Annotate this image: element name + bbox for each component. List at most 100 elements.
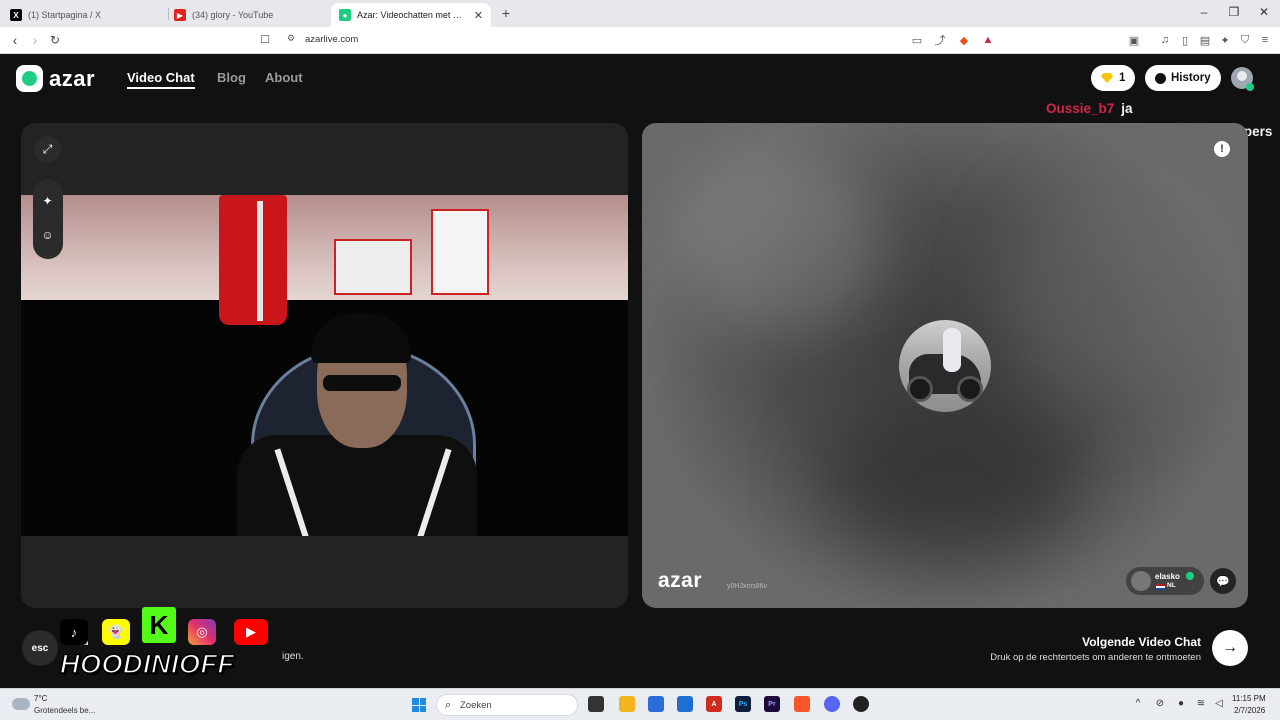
session-id: y0HJxms86v: [727, 583, 768, 590]
snapchat-icon: 👻: [102, 619, 130, 645]
streamer-overlay: ♪ 👻 K ◎ ▶ HOODINIOFF: [58, 605, 280, 685]
instagram-icon: ◎: [188, 619, 216, 645]
search-icon: ⌕: [445, 699, 452, 711]
local-video-panel: ⤢ ✦ ☺: [21, 123, 628, 608]
gems-button[interactable]: 1: [1091, 65, 1136, 91]
vpn-icon[interactable]: ⛉: [1238, 33, 1252, 47]
forward-icon[interactable]: ›: [27, 32, 43, 48]
nav-about[interactable]: About: [265, 70, 303, 85]
local-camera-feed: [21, 195, 628, 536]
reload-icon[interactable]: ↻: [47, 32, 63, 48]
brave-rewards-icon[interactable]: ▲: [981, 33, 995, 47]
windows-start-icon[interactable]: [412, 698, 426, 712]
verified-icon: [1186, 572, 1194, 580]
chat-text: ja: [1121, 101, 1133, 116]
azar-logo-icon: [16, 65, 43, 92]
azar-logo[interactable]: azar: [16, 65, 95, 92]
tab-title: Azar: Videochatten met nieuw: [357, 10, 466, 20]
url-field[interactable]: azarlive.com: [305, 34, 358, 45]
peer-avatar: [1131, 571, 1151, 591]
chat-username: Oussie_b7: [1046, 101, 1115, 116]
weather-condition: Grotendeels be...: [34, 706, 96, 715]
streamer-handle: HOODINIOFF: [59, 648, 235, 680]
weather-temperature: 7°C: [34, 694, 48, 703]
brave-browser-icon[interactable]: [794, 696, 810, 712]
expand-icon[interactable]: ⤢: [34, 136, 61, 163]
site-settings-icon[interactable]: ⚙: [284, 33, 298, 44]
cast-icon[interactable]: ▭: [910, 33, 924, 47]
tab-azar[interactable]: ● Azar: Videochatten met nieuw ✕: [331, 3, 491, 27]
netherlands-flag-icon: [1156, 584, 1165, 590]
tiktok-icon: ♪: [60, 619, 88, 645]
kick-icon: K: [142, 607, 176, 643]
history-button[interactable]: History: [1145, 65, 1221, 91]
face-filter-icon[interactable]: ☺: [34, 221, 61, 248]
next-chat-subtitle: Druk op de rechtertoets om anderen te on…: [990, 652, 1201, 663]
edge-icon[interactable]: [677, 696, 693, 712]
address-bar: ‹ › ↻ ☐ ⚙ azarlive.com ▭ ⤴ ◆ ▲ ▣ ♫ ▯ ▤ ✦…: [0, 27, 1280, 54]
report-icon[interactable]: !: [1214, 141, 1230, 157]
logo-text: azar: [49, 65, 96, 91]
premiere-icon[interactable]: Pr: [764, 696, 780, 712]
taskbar-date[interactable]: 2/7/2026: [1234, 706, 1265, 715]
close-tab-icon[interactable]: ✕: [474, 9, 483, 22]
x-logo-icon: X: [10, 9, 22, 21]
taskbar-time[interactable]: 11:15 PM: [1232, 694, 1266, 703]
azar-page: azar Video Chat Blog About 1 History Ous…: [0, 54, 1280, 688]
new-tab-button[interactable]: +: [498, 5, 514, 21]
task-view-icon[interactable]: [588, 696, 604, 712]
discord-icon[interactable]: [824, 696, 840, 712]
sidebar-icon[interactable]: ▯: [1178, 33, 1192, 47]
remote-video-panel: ! azar y0HJxms86v elasko NL 💬: [642, 123, 1248, 608]
esc-hint-subtitle: igen.: [282, 651, 304, 662]
menu-icon[interactable]: ≡: [1258, 33, 1272, 47]
restore-icon[interactable]: ❐: [1224, 5, 1244, 19]
microphone-icon[interactable]: ●: [1174, 698, 1188, 709]
azar-icon: ●: [339, 9, 351, 21]
peer-country: NL: [1167, 582, 1176, 589]
youtube-icon: ▶: [234, 619, 268, 645]
share-icon[interactable]: ⤴: [933, 33, 947, 47]
next-arrow-button[interactable]: →: [1212, 630, 1248, 666]
chat-bubble-icon[interactable]: 💬: [1210, 568, 1236, 594]
back-icon[interactable]: ‹: [7, 32, 23, 48]
peer-info-badge[interactable]: elasko NL: [1126, 567, 1204, 595]
history-label: History: [1171, 72, 1211, 84]
nav-blog[interactable]: Blog: [217, 70, 246, 85]
volume-icon[interactable]: ◁: [1212, 698, 1226, 709]
chat-message: Oussie_b7 ja: [1046, 101, 1133, 116]
tab-search-icon[interactable]: ▣: [1127, 33, 1141, 47]
obs-icon[interactable]: [853, 696, 869, 712]
tray-overflow-icon[interactable]: ^: [1131, 698, 1145, 709]
leo-ai-icon[interactable]: ✦: [1218, 33, 1232, 47]
youtube-icon: ▶: [174, 9, 186, 21]
azar-watermark: azar: [658, 569, 703, 592]
search-placeholder: Zoeken: [460, 700, 492, 711]
tab-title: (1) Startpagina / X: [28, 10, 102, 20]
wallet-icon[interactable]: ▤: [1198, 33, 1212, 47]
windows-taskbar: 7°C Grotendeels be... ⌕ Zoeken A Ps Pr ^…: [0, 688, 1280, 720]
taskbar-search[interactable]: ⌕ Zoeken: [436, 694, 578, 716]
bookmark-icon[interactable]: ☐: [258, 33, 272, 46]
network-icon[interactable]: ⊘: [1153, 698, 1167, 709]
minimize-icon[interactable]: –: [1194, 5, 1214, 19]
tab-title: (34) glory - YouTube: [192, 10, 274, 20]
esc-button[interactable]: esc: [22, 630, 58, 666]
tab-youtube[interactable]: ▶ (34) glory - YouTube: [166, 3, 332, 27]
acrobat-icon[interactable]: A: [706, 696, 722, 712]
next-chat-title: Volgende Video Chat: [1082, 635, 1201, 649]
brave-shield-icon[interactable]: ◆: [957, 33, 971, 47]
file-explorer-icon[interactable]: [619, 696, 635, 712]
store-icon[interactable]: [648, 696, 664, 712]
photoshop-icon[interactable]: Ps: [735, 696, 751, 712]
peer-name: elasko: [1155, 572, 1180, 581]
gem-icon: [1101, 73, 1113, 83]
gems-count: 1: [1119, 72, 1126, 84]
weather-cloud-icon[interactable]: [12, 698, 30, 710]
music-icon[interactable]: ♫: [1158, 33, 1172, 47]
close-window-icon[interactable]: ✕: [1254, 5, 1274, 19]
nav-video-chat[interactable]: Video Chat: [127, 70, 195, 89]
wifi-icon[interactable]: ≋: [1194, 698, 1208, 709]
magic-wand-icon[interactable]: ✦: [34, 187, 61, 214]
tab-x[interactable]: X (1) Startpagina / X: [2, 3, 170, 27]
